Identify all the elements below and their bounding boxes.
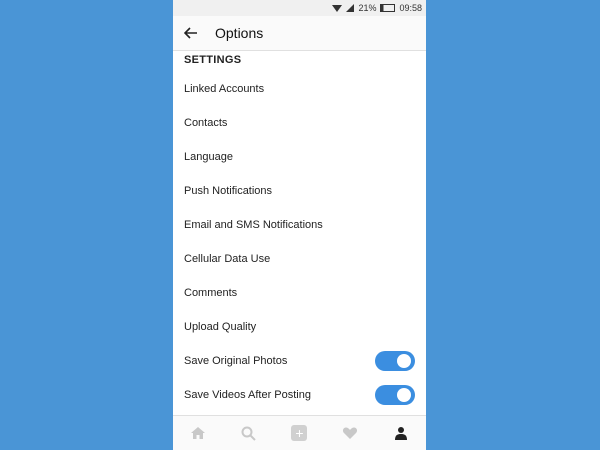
list-item-language[interactable]: Language bbox=[173, 140, 426, 174]
list-item-cellular-data-use[interactable]: Cellular Data Use bbox=[173, 242, 426, 276]
list-item-contacts[interactable]: Contacts bbox=[173, 106, 426, 140]
signal-icon: 4G bbox=[346, 0, 355, 12]
heart-icon[interactable] bbox=[335, 418, 365, 448]
item-label: Cellular Data Use bbox=[184, 253, 271, 265]
wifi-icon bbox=[332, 4, 343, 12]
settings-list: SETTINGS Linked Accounts Contacts Langua… bbox=[173, 51, 426, 412]
phone-screen: 4G 21% 09:58 Options SETTINGS Linked Acc… bbox=[173, 0, 426, 450]
item-label: Comments bbox=[184, 287, 238, 299]
bottom-nav: + bbox=[173, 415, 426, 450]
list-item-save-videos: Save Videos After Posting bbox=[173, 378, 426, 412]
home-icon[interactable] bbox=[183, 418, 213, 448]
clock: 09:58 bbox=[399, 3, 422, 13]
save-original-photos-toggle[interactable] bbox=[375, 351, 415, 371]
toggle-knob bbox=[397, 388, 411, 402]
add-icon[interactable]: + bbox=[284, 418, 314, 448]
list-item-linked-accounts[interactable]: Linked Accounts bbox=[173, 72, 426, 106]
app-bar: Options bbox=[173, 16, 426, 51]
list-item-save-original-photos: Save Original Photos bbox=[173, 344, 426, 378]
item-label: Save Original Photos bbox=[184, 355, 288, 367]
list-item-upload-quality[interactable]: Upload Quality bbox=[173, 310, 426, 344]
item-label: Save Videos After Posting bbox=[184, 389, 311, 401]
section-title: SETTINGS bbox=[184, 54, 242, 66]
list-item-push-notifications[interactable]: Push Notifications bbox=[173, 174, 426, 208]
toggle-knob bbox=[397, 354, 411, 368]
item-label: Contacts bbox=[184, 117, 228, 129]
item-label: Upload Quality bbox=[184, 321, 257, 333]
item-label: Language bbox=[184, 151, 233, 163]
status-bar: 4G 21% 09:58 bbox=[173, 0, 426, 16]
item-label: Push Notifications bbox=[184, 185, 273, 197]
page-title: Options bbox=[215, 25, 264, 41]
list-item-comments[interactable]: Comments bbox=[173, 276, 426, 310]
back-arrow-icon[interactable] bbox=[181, 23, 201, 43]
search-icon[interactable] bbox=[234, 418, 264, 448]
item-label: Email and SMS Notifications bbox=[184, 219, 323, 231]
network-type: 4G bbox=[346, 0, 353, 1]
list-item-email-sms-notifications[interactable]: Email and SMS Notifications bbox=[173, 208, 426, 242]
battery-percent: 21% bbox=[358, 3, 377, 13]
profile-icon[interactable] bbox=[386, 418, 416, 448]
item-label: Linked Accounts bbox=[184, 83, 265, 95]
save-videos-toggle[interactable] bbox=[375, 385, 415, 405]
battery-icon bbox=[380, 4, 396, 12]
